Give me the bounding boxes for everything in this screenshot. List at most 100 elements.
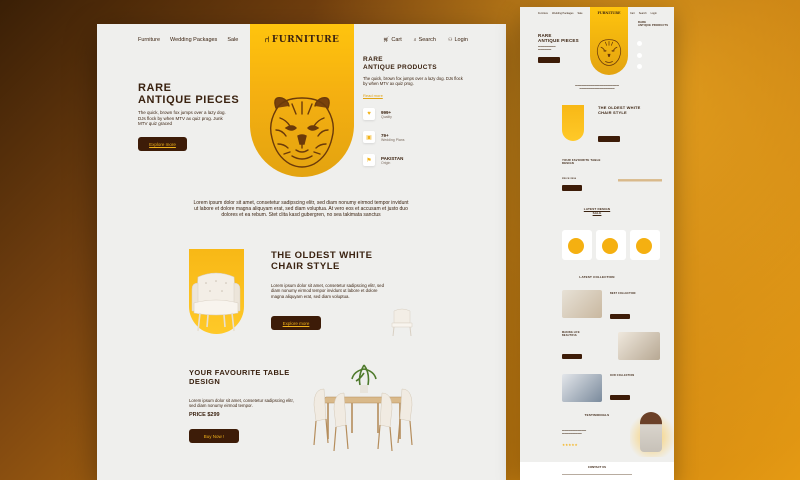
preview-sale-card[interactable] (596, 230, 626, 260)
preview-intro-text: ▬▬▬▬▬▬▬▬▬▬▬▬▬▬▬▬▬▬▬▬ ▬▬▬▬▬▬▬▬▬▬▬▬▬▬▬▬ (575, 85, 619, 90)
stat-quality: ♥ 999+ Quality (363, 108, 392, 120)
preview-collection-photo (562, 290, 602, 318)
preview-explore-button[interactable] (538, 57, 560, 63)
preview-logo-panel: FURNITURE (590, 7, 628, 75)
nav-link-furniture[interactable]: Furniture (138, 37, 160, 43)
preview-sale-card[interactable] (630, 230, 660, 260)
brand-logo-text: FURNITURE (271, 35, 340, 45)
preview-rare-title: RARE ANTIQUE PRODUCTS (638, 21, 668, 27)
hero-title: RARE ANTIQUE PIECES (138, 82, 239, 106)
preview-contact-title: CONTACT US (587, 465, 607, 469)
read-more-link[interactable]: Read more (363, 93, 383, 98)
preview-hero-text: ▬▬▬▬▬▬▬▬ ▬▬▬▬▬▬ (538, 46, 556, 51)
user-icon: ⚇ (448, 37, 453, 43)
stat-origin: ⚑ PAKISTAN Origin (363, 154, 403, 166)
stat-label: Origin (381, 160, 391, 165)
oldest-chair-description: Lorem ipsum dolor sit amet, consetetur s… (271, 283, 384, 299)
rare-title-line2: ANTIQUE PRODUCTS (363, 63, 437, 71)
cart-icon: 🛒︎ (383, 37, 390, 43)
tiger-illustration (269, 97, 335, 168)
preview-nav-right: Cart Search Login (630, 12, 657, 15)
table-price: PRICE $299 (189, 412, 220, 418)
stat-label: Wedding Plans (381, 137, 405, 142)
hero-description: The quick, brown fox jumps over a lazy d… (138, 110, 226, 126)
preview-hero-title: RARE ANTIQUE PIECES (538, 33, 579, 43)
rare-products-title: RARE ANTIQUE PRODUCTS (363, 56, 437, 71)
preview-testimonial-avatar (640, 412, 662, 452)
nav-cart[interactable]: 🛒︎ Cart (383, 37, 402, 43)
preview-nav-item[interactable]: Login (651, 12, 657, 15)
preview-table-line2: DESIGN (562, 161, 574, 166)
preview-stat-icon (637, 53, 642, 58)
table-design-description: Lorem ipsum dolor sit amet, consetetur s… (189, 398, 294, 409)
rare-products-description: The quick, brown fox jumps over a lazy d… (363, 76, 463, 87)
nav-login-label: Login (454, 37, 468, 43)
gift-icon: ▣ (363, 131, 375, 143)
preview-tiger-illustration (596, 39, 622, 66)
preview-stat-icon (637, 64, 642, 69)
preview-our-collection-button[interactable] (610, 395, 630, 400)
logo-panel: ⑁ FURNITURE (250, 24, 354, 177)
intro-paragraph: Lorem ipsum dolor sit amet, consetetur s… (193, 200, 409, 218)
heart-icon: ♥ (363, 108, 375, 120)
oldest-chair-title: THE OLDEST WHITE CHAIR STYLE (271, 250, 372, 272)
preview-nav-item[interactable]: Wedding Packages (552, 12, 574, 15)
preview-contact-section: CONTACT US (520, 462, 674, 480)
preview-contact-field[interactable] (562, 474, 632, 475)
preview-sale-line2: SALE (592, 210, 602, 215)
preview-sale-card[interactable] (562, 230, 592, 260)
nav-search[interactable]: ⌕ Search (414, 37, 436, 43)
preview-nav-left: Furniture Wedding Packages Sale (538, 12, 583, 15)
full-page-preview: Furniture Wedding Packages Sale Cart Sea… (520, 7, 674, 480)
preview-rare-title-line2: ANTIQUE PRODUCTS (638, 24, 669, 27)
preview-hero-title-line2: ANTIQUE PIECES (538, 38, 579, 43)
small-chair-image (391, 308, 413, 337)
stat-value: PAKISTAN (381, 155, 404, 161)
oldest-title-line1: THE OLDEST WHITE (271, 250, 373, 261)
dining-table-image (313, 364, 413, 452)
preview-table-title: YOUR FAVOURITE TABLE DESIGN (562, 158, 601, 166)
preview-living-room-photo (618, 332, 660, 360)
nav-link-sale[interactable]: Sale (227, 37, 238, 43)
hero-title-line1: RARE (138, 82, 172, 94)
table-design-title: YOUR FAVOURITE TABLE DESIGN (189, 368, 290, 386)
preview-explore-chair-button[interactable] (598, 136, 620, 142)
buy-now-button[interactable]: Buy Now ! (189, 429, 239, 443)
preview-stat-icon (637, 41, 642, 46)
rare-title-line1: RARE (363, 56, 384, 63)
nav-link-wedding-packages[interactable]: Wedding Packages (170, 37, 217, 43)
main-nav-left: Furniture Wedding Packages Sale (138, 37, 238, 43)
nav-search-label: Search (418, 37, 436, 43)
preview-oldest-title: THE OLDEST WHITE CHAIR STYLE (598, 105, 641, 115)
preview-nav-item[interactable]: Furniture (538, 12, 548, 15)
preview-oldest-line2: CHAIR STYLE (598, 109, 627, 115)
preview-nav-item[interactable]: Cart (630, 12, 635, 15)
white-chair-image (191, 272, 241, 332)
stat-label: Quality (381, 114, 392, 119)
explore-more-button[interactable]: Explore more (138, 137, 187, 151)
preview-rating-stars: ★★★★★ (562, 443, 578, 447)
preview-best-collection-button[interactable] (610, 314, 630, 319)
preview-kitchen-photo (562, 374, 602, 402)
table-title-line2: DESIGN (189, 376, 221, 386)
preview-table-price: PRICE $299 (562, 178, 577, 180)
preview-testimonial-text: ▬▬▬▬▬▬▬▬▬▬▬ ▬▬▬▬▬▬▬▬▬ (562, 430, 587, 435)
preview-brand-logo: FURNITURE (597, 11, 621, 15)
preview-buy-button[interactable] (562, 185, 582, 191)
explore-more-chair-button[interactable]: Explore more (271, 316, 321, 330)
preview-nav-item[interactable]: Sale (578, 12, 583, 15)
preview-sale-title: LATEST DESIGN SALE (520, 207, 674, 215)
preview-chair-card (562, 105, 584, 141)
preview-making-life-button[interactable] (562, 354, 582, 359)
search-icon: ⌕ (413, 37, 417, 43)
main-nav-right: 🛒︎ Cart ⌕ Search ⚇ Login (383, 37, 468, 43)
preview-dining-table-image (618, 167, 662, 197)
preview-latest-collection-title: LATEST COLLECTION (579, 275, 615, 279)
brand-logo[interactable]: ⑁ FURNITURE (250, 34, 354, 45)
nav-login[interactable]: ⚇ Login (448, 37, 468, 43)
flag-icon: ⚑ (363, 154, 375, 166)
nav-cart-label: Cart (391, 37, 402, 43)
preview-making-life-line2: BEAUTIFUL (562, 333, 578, 337)
chair-logo-icon: ⑁ (264, 34, 270, 44)
preview-nav-item[interactable]: Search (639, 12, 647, 15)
